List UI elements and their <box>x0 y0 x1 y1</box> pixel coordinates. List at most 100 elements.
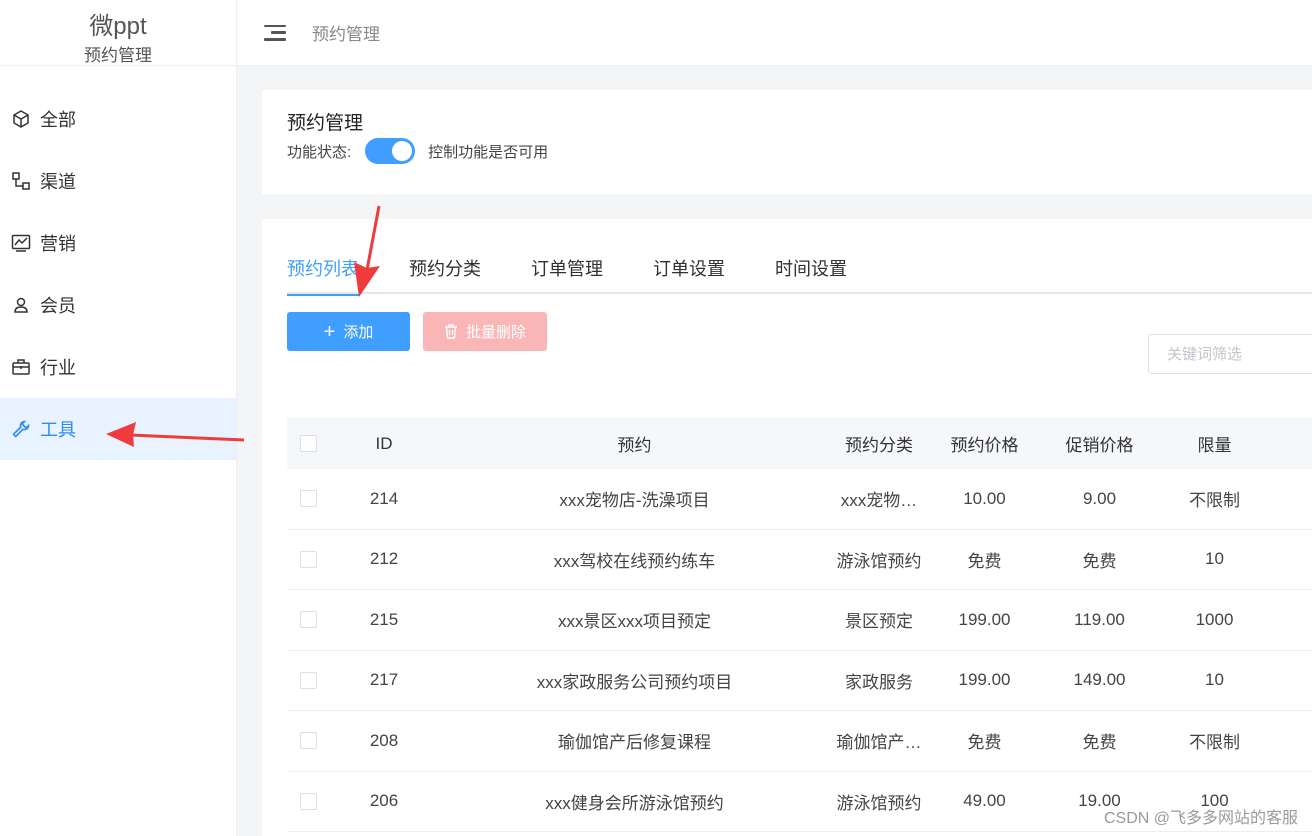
cell-price: 199.00 <box>958 609 1011 629</box>
cell-limit: 10 <box>1205 670 1224 690</box>
add-button-label: 添加 <box>343 324 374 341</box>
cell-promo: 119.00 <box>1074 609 1125 629</box>
cell-name: xxx驾校在线预约练车 <box>553 551 716 571</box>
feature-toggle[interactable] <box>365 138 416 164</box>
cell-id: 206 <box>369 791 399 811</box>
cell-id: 212 <box>369 549 399 569</box>
list-card: 预约列表 预约分类 订单管理 订单设置 时间设置 + 添加 批量删除 ID 预约… <box>262 219 1312 836</box>
column-header-category[interactable]: 预约分类 <box>831 431 927 456</box>
cell-price: 199.00 <box>958 670 1011 690</box>
brand-name: 微ppt <box>89 13 147 40</box>
cell-name: xxx家政服务公司预约项目 <box>536 672 733 692</box>
batch-delete-button[interactable]: 批量删除 <box>423 312 547 351</box>
row-checkbox[interactable] <box>300 792 317 810</box>
table-row[interactable]: 214 xxx宠物店-洗澡项目 xxx宠物… 10.00 9.00 不限制 <box>287 469 1312 530</box>
chart-line-icon <box>10 232 32 254</box>
row-checkbox[interactable] <box>300 490 317 508</box>
briefcase-icon <box>10 356 32 378</box>
cell-price: 免费 <box>967 733 1002 753</box>
status-label: 功能状态: <box>287 143 352 161</box>
brand: 微ppt 预约管理 <box>0 0 236 66</box>
sidebar-nav: 全部 渠道 营销 会员 行业 工具 <box>0 88 236 460</box>
sidebar-item-label: 全部 <box>40 110 76 130</box>
tabs: 预约列表 预约分类 订单管理 订单设置 时间设置 <box>287 257 1312 296</box>
sidebar-item-label: 会员 <box>40 296 76 316</box>
cell-promo: 免费 <box>1082 551 1117 571</box>
tab-booking-list[interactable]: 预约列表 <box>287 257 359 296</box>
sidebar-item-industry[interactable]: 行业 <box>0 336 236 398</box>
cell-id: 208 <box>369 730 399 750</box>
tab-booking-category[interactable]: 预约分类 <box>409 257 481 294</box>
user-icon <box>10 294 32 316</box>
sidebar-item-label: 工具 <box>40 420 76 440</box>
column-header-id[interactable]: ID <box>330 434 438 454</box>
column-header-name[interactable]: 预约 <box>438 431 831 456</box>
cell-category: 景区预定 <box>845 612 913 632</box>
status-row: 功能状态: 控制功能是否可用 <box>287 138 548 164</box>
sidebar-item-member[interactable]: 会员 <box>0 274 236 336</box>
sidebar-item-label: 营销 <box>40 234 76 254</box>
menu-toggle-icon[interactable] <box>264 24 286 41</box>
cell-limit: 不限制 <box>1189 733 1240 753</box>
wrench-icon <box>10 418 32 440</box>
table-header: ID 预约 预约分类 预约价格 促销价格 限量 <box>287 418 1312 469</box>
row-checkbox[interactable] <box>300 671 317 689</box>
keyword-filter-input[interactable] <box>1148 334 1312 374</box>
cell-limit: 不限制 <box>1189 491 1240 511</box>
table-row[interactable]: 212 xxx驾校在线预约练车 游泳馆预约 免费 免费 10 <box>287 530 1312 590</box>
add-button[interactable]: + 添加 <box>287 312 410 351</box>
cell-name: 瑜伽馆产后修复课程 <box>558 733 711 753</box>
cell-limit: 10 <box>1205 549 1224 569</box>
sidebar-item-label: 渠道 <box>40 172 76 192</box>
tab-order-management[interactable]: 订单管理 <box>531 257 603 294</box>
feature-status-card: 预约管理 功能状态: 控制功能是否可用 <box>262 90 1312 194</box>
sidebar-item-tools[interactable]: 工具 <box>0 398 236 460</box>
cell-category: 瑜伽馆产… <box>836 733 922 753</box>
cell-category: xxx宠物… <box>840 491 918 511</box>
plus-icon: + <box>323 320 336 343</box>
cell-id: 217 <box>369 670 399 690</box>
breadcrumb: 预约管理 <box>312 25 380 44</box>
cell-price: 49.00 <box>963 791 1006 811</box>
sidebar: 微ppt 预约管理 全部 渠道 营销 会员 行业 工具 <box>0 0 237 836</box>
table-row[interactable]: 215 xxx景区xxx项目预定 景区预定 199.00 119.00 1000 <box>287 590 1312 651</box>
top-header: 预约管理 <box>237 0 1312 66</box>
cell-category: 游泳馆预约 <box>836 793 922 813</box>
tab-order-settings[interactable]: 订单设置 <box>653 257 725 294</box>
cell-price: 10.00 <box>963 488 1006 508</box>
status-hint: 控制功能是否可用 <box>428 143 549 161</box>
page-title: 预约管理 <box>287 113 364 134</box>
table-row[interactable]: 217 xxx家政服务公司预约项目 家政服务 199.00 149.00 10 <box>287 651 1312 711</box>
select-all-checkbox[interactable] <box>300 435 317 452</box>
sidebar-item-label: 行业 <box>40 358 76 378</box>
sidebar-item-all[interactable]: 全部 <box>0 88 236 150</box>
batch-delete-label: 批量删除 <box>465 324 526 341</box>
column-header-price[interactable]: 预约价格 <box>927 431 1042 456</box>
trash-icon <box>444 324 458 339</box>
cell-name: xxx宠物店-洗澡项目 <box>559 491 710 511</box>
tab-time-settings[interactable]: 时间设置 <box>775 257 847 294</box>
cell-price: 免费 <box>967 551 1002 571</box>
brand-subtitle: 预约管理 <box>84 46 152 65</box>
table-row[interactable]: 208 瑜伽馆产后修复课程 瑜伽馆产… 免费 免费 不限制 <box>287 711 1312 772</box>
sidebar-item-marketing[interactable]: 营销 <box>0 212 236 274</box>
row-checkbox[interactable] <box>300 732 317 750</box>
cell-id: 214 <box>369 488 399 508</box>
cell-category: 家政服务 <box>845 672 913 692</box>
cell-id: 215 <box>369 609 399 629</box>
cube-icon <box>10 108 32 130</box>
row-checkbox[interactable] <box>300 550 317 568</box>
column-header-limit[interactable]: 限量 <box>1157 431 1272 456</box>
column-header-promo[interactable]: 促销价格 <box>1042 431 1157 456</box>
row-checkbox[interactable] <box>300 611 317 629</box>
watermark: CSDN @飞多多网站的客服 <box>1103 810 1298 827</box>
cell-name: xxx景区xxx项目预定 <box>558 612 711 632</box>
cell-category: 游泳馆预约 <box>836 551 922 571</box>
channel-icon <box>10 170 32 192</box>
cell-promo: 免费 <box>1082 733 1117 753</box>
sidebar-item-channel[interactable]: 渠道 <box>0 150 236 212</box>
cell-name: xxx健身会所游泳馆预约 <box>545 793 724 813</box>
cell-promo: 9.00 <box>1082 488 1117 508</box>
cell-limit: 1000 <box>1195 609 1234 629</box>
booking-table: ID 预约 预约分类 预约价格 促销价格 限量 214 xxx宠物店-洗澡项目 … <box>287 418 1312 832</box>
